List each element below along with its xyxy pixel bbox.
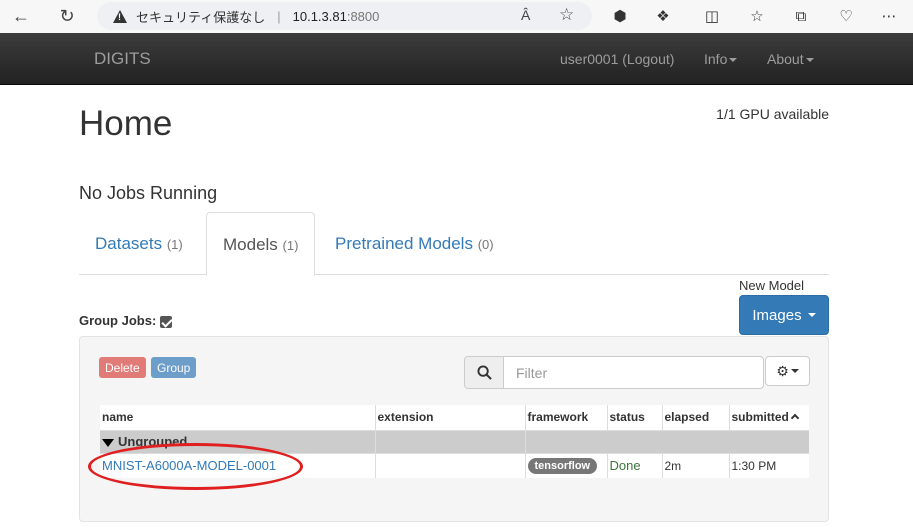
tab-datasets[interactable]: Datasets (1) — [79, 212, 199, 275]
app-navbar: DIGITS user0001 (Logout) Info About — [0, 33, 913, 85]
column-settings-button[interactable]: ⚙ — [765, 356, 810, 386]
favorite-star-icon[interactable]: ☆ — [559, 5, 574, 25]
table-row: MNIST-A6000A-MODEL-0001 tensorflow Done … — [100, 452, 809, 478]
caret-down-icon — [790, 369, 799, 373]
submitted-header-label: submitted — [731, 410, 789, 425]
url-port: :8800 — [346, 8, 380, 24]
column-header-extension[interactable]: extension — [375, 405, 526, 430]
gpu-status: 1/1 GPU available — [716, 106, 829, 122]
group-jobs-control: Group Jobs: — [79, 313, 173, 328]
info-menu-label: Info — [704, 51, 728, 67]
about-menu-label: About — [767, 51, 804, 67]
images-button-label: Images — [752, 306, 802, 324]
column-header-status[interactable]: status — [607, 405, 663, 430]
caret-down-icon — [807, 313, 816, 317]
address-bar[interactable]: セキュリティ保護なし | 10.1.3.81:8800 Â ☆ — [97, 2, 592, 30]
job-submitted-cell: 1:30 PM — [729, 452, 809, 478]
warning-icon — [113, 9, 127, 23]
info-menu[interactable]: Info — [704, 51, 738, 67]
sort-ascending-icon — [790, 413, 800, 423]
group-button[interactable]: Group — [151, 357, 197, 378]
job-elapsed-cell: 2m — [662, 452, 730, 478]
framework-badge: tensorflow — [527, 457, 598, 474]
extensions-puzzle-icon[interactable]: ❖ — [652, 5, 674, 27]
reload-icon[interactable]: ↻ — [54, 4, 80, 28]
group-jobs-checkbox[interactable] — [160, 315, 173, 328]
delete-button[interactable]: Delete — [99, 357, 146, 378]
gear-icon: ⚙ — [776, 362, 789, 379]
group-jobs-label: Group Jobs: — [79, 313, 157, 328]
group-cell-empty — [375, 429, 526, 453]
group-row[interactable]: Ungrouped — [100, 429, 809, 453]
job-tabs: Datasets (1) Models (1) Pretrained Model… — [79, 212, 829, 276]
filter-input[interactable] — [503, 356, 764, 389]
job-extension-cell — [375, 452, 526, 478]
no-jobs-heading: No Jobs Running — [79, 183, 218, 203]
tab-label: Pretrained Models — [335, 234, 473, 253]
column-header-name[interactable]: name — [100, 405, 376, 430]
job-name-link[interactable]: MNIST-A6000A-MODEL-0001 — [102, 458, 276, 473]
browser-health-icon[interactable]: ♡ — [835, 5, 857, 27]
status-badge: Done — [609, 458, 641, 474]
column-header-elapsed[interactable]: elapsed — [662, 405, 730, 430]
logout-link[interactable]: user0001 (Logout) — [560, 51, 674, 67]
read-aloud-icon[interactable]: Â — [521, 7, 530, 23]
search-icon — [464, 356, 504, 389]
tab-label: Models — [223, 235, 278, 254]
group-cell: Ungrouped — [100, 429, 376, 453]
split-screen-icon[interactable]: ◫ — [701, 5, 723, 27]
back-arrow-icon[interactable]: ← — [8, 4, 34, 28]
caret-down-icon — [805, 58, 814, 63]
security-label: セキュリティ保護なし — [136, 9, 266, 25]
more-menu-icon[interactable]: ⋯ — [878, 5, 900, 27]
brand-logo[interactable]: DIGITS — [94, 49, 151, 69]
favorites-list-icon[interactable]: ☆ — [746, 5, 768, 27]
extension-shield-icon[interactable]: ⬢ — [609, 5, 631, 27]
tab-models[interactable]: Models (1) — [206, 212, 316, 276]
tab-count: (0) — [477, 237, 494, 252]
browser-toolbar: ← ↻ セキュリティ保護なし | 10.1.3.81:8800 Â ☆ ⬢ ❖… — [0, 0, 913, 33]
url-separator: | — [277, 8, 281, 24]
group-name: Ungrouped — [118, 434, 188, 449]
job-name-cell: MNIST-A6000A-MODEL-0001 — [100, 452, 376, 478]
filter-group — [464, 356, 764, 389]
tab-count: (1) — [166, 237, 183, 252]
table-header-row: name extension framework status elapsed … — [100, 405, 809, 430]
about-menu[interactable]: About — [767, 51, 814, 67]
page-title: Home — [79, 104, 173, 143]
tab-label: Datasets — [95, 234, 163, 253]
jobs-panel: Delete Group ⚙ name extension framework … — [79, 336, 829, 522]
collections-icon[interactable]: ⧉ — [790, 5, 812, 27]
new-model-label: New Model — [739, 278, 805, 293]
column-header-submitted[interactable]: submitted — [729, 405, 809, 430]
new-model-images-button[interactable]: Images — [739, 295, 829, 335]
job-framework-cell: tensorflow — [525, 452, 608, 478]
caret-down-icon — [729, 58, 738, 63]
jobs-table: name extension framework status elapsed … — [100, 405, 809, 478]
column-header-framework[interactable]: framework — [525, 405, 608, 430]
job-status-cell: Done — [607, 452, 663, 478]
tab-pretrained-models[interactable]: Pretrained Models (0) — [319, 212, 510, 275]
tab-count: (1) — [282, 238, 299, 253]
group-cell-empty — [525, 429, 809, 453]
url-host: 10.1.3.81 — [292, 8, 347, 24]
collapse-triangle-icon[interactable] — [102, 438, 114, 447]
